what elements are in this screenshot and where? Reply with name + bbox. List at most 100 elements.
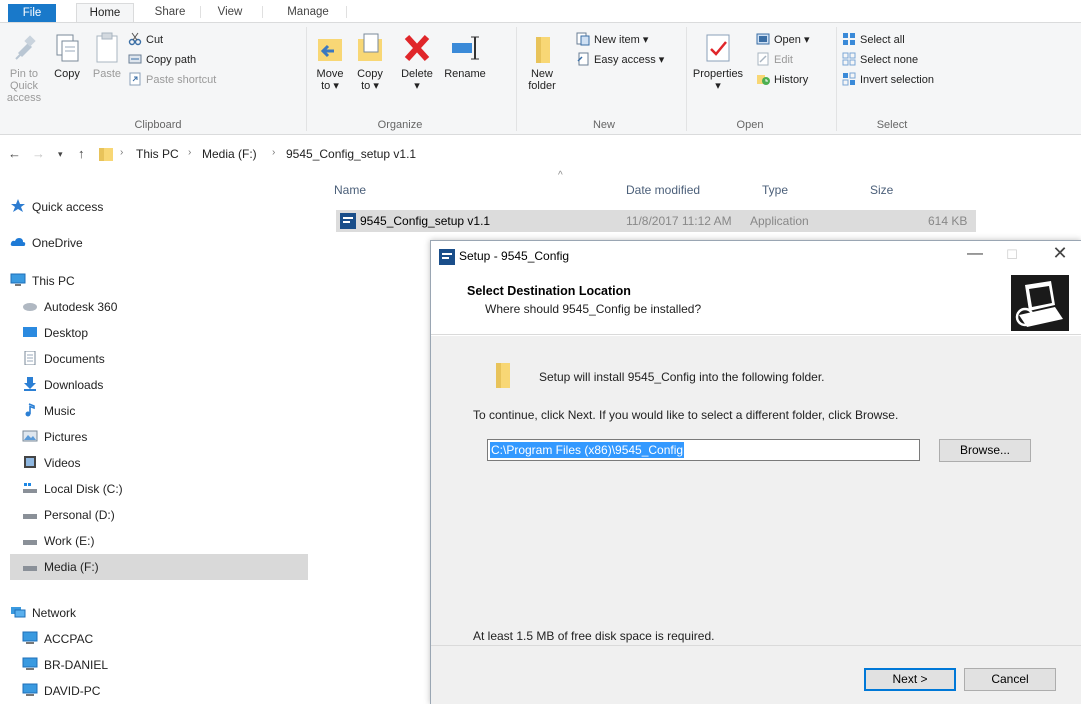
sidebar-item-label: Autodesk 360 (44, 300, 118, 314)
breadcrumb-this-pc[interactable]: This PC (136, 147, 179, 161)
delete-button[interactable]: Delete ▾ (396, 31, 438, 92)
sidebar-item-network[interactable]: Network (10, 600, 76, 626)
next-button[interactable]: Next > (864, 668, 956, 691)
move-to-button[interactable]: Move to ▾ (312, 31, 348, 92)
column-date-modified[interactable]: Date modified (626, 183, 700, 197)
sidebar-item-david-pc[interactable]: DAVID-PC (22, 678, 100, 704)
select-all-label: Select all (860, 34, 905, 46)
recent-locations-chevron-icon[interactable]: ▾ (58, 149, 63, 160)
breadcrumb-folder[interactable]: 9545_Config_setup v1.1 (286, 147, 416, 161)
copy-path-icon (128, 54, 142, 64)
new-folder-button[interactable]: New folder (522, 31, 562, 92)
easy-access-icon (577, 52, 589, 66)
minimize-icon[interactable]: — (960, 245, 990, 263)
tab-separator (346, 6, 347, 18)
cut-label: Cut (146, 34, 164, 46)
sidebar-item-label: DAVID-PC (44, 684, 101, 698)
close-icon[interactable]: ✕ (1045, 243, 1075, 264)
new-group-label: New (592, 119, 615, 131)
cancel-button[interactable]: Cancel (964, 668, 1056, 691)
pin-quick-access-button[interactable]: Pin to Quick access (2, 31, 46, 104)
sidebar-item-personal-d[interactable]: Personal (D:) (22, 502, 115, 528)
tab-manage[interactable]: Manage (280, 3, 336, 22)
sidebar-item-br-daniel[interactable]: BR-DANIEL (22, 652, 108, 678)
dialog-title-bar: Setup - 9545_Config — ☐ ✕ (431, 241, 1081, 271)
select-group-label: Select (876, 119, 908, 131)
new-item-button[interactable]: New item ▾ (576, 31, 648, 49)
history-button[interactable]: History (756, 71, 808, 89)
delete-x-icon (404, 34, 430, 62)
continue-line: To continue, click Next. If you would li… (473, 408, 899, 422)
copy-to-button[interactable]: Copy to ▾ (352, 31, 388, 92)
dialog-title: Setup - 9545_Config (459, 249, 570, 263)
destination-path-input[interactable]: C:\Program Files (x86)\9545_Config (487, 439, 920, 461)
copy-path-button[interactable]: Copy path (128, 51, 196, 69)
cut-button[interactable]: Cut (128, 31, 163, 49)
edit-icon (757, 52, 769, 66)
open-icon (756, 33, 770, 45)
column-name[interactable]: Name (334, 183, 366, 197)
scissors-icon (128, 32, 142, 46)
column-type[interactable]: Type (762, 183, 788, 197)
pin-icon (15, 35, 36, 60)
select-all-icon (843, 33, 855, 45)
select-none-button[interactable]: Select none (842, 51, 918, 69)
sidebar-item-autodesk-360[interactable]: Autodesk 360 (22, 294, 117, 320)
invert-selection-button[interactable]: Invert selection (842, 71, 934, 89)
sidebar-item-downloads[interactable]: Downloads (22, 372, 103, 398)
paste-label: Paste (92, 68, 122, 80)
sidebar-item-label: Work (E:) (44, 534, 95, 548)
tab-share[interactable]: Share (146, 3, 194, 22)
computer-icon (10, 273, 26, 286)
tab-view[interactable]: View (208, 3, 252, 22)
breadcrumb-media[interactable]: Media (F:) (202, 147, 257, 161)
clipboard-icon (96, 32, 118, 63)
easy-access-button[interactable]: Easy access ▾ (576, 51, 664, 69)
sidebar-item-music[interactable]: Music (22, 398, 75, 424)
maximize-icon[interactable]: ☐ (997, 247, 1027, 263)
forward-arrow-icon[interactable]: → (32, 146, 45, 161)
file-size: 614 KB (928, 214, 968, 228)
organize-group-label: Organize (377, 119, 423, 131)
sidebar-item-label: ACCPAC (44, 632, 94, 646)
open-button[interactable]: Open ▾ (756, 31, 810, 49)
up-arrow-icon[interactable]: ↑ (78, 146, 85, 161)
tab-home[interactable]: Home (76, 3, 134, 22)
sidebar-item-onedrive[interactable]: OneDrive (10, 230, 83, 256)
drive-icon (23, 566, 37, 571)
autodesk-cloud-icon (23, 303, 37, 311)
breadcrumb-separator-icon: › (120, 147, 124, 158)
properties-label: Properties (692, 68, 744, 80)
sidebar-item-documents[interactable]: Documents (22, 346, 105, 372)
sidebar-item-local-disk-c[interactable]: Local Disk (C:) (22, 476, 123, 502)
sidebar-item-pictures[interactable]: Pictures (22, 424, 87, 450)
file-row[interactable]: 9545_Config_setup v1.1 11/8/2017 11:12 A… (336, 210, 976, 232)
rename-button[interactable]: Rename (442, 31, 488, 80)
paste-button[interactable]: Paste (90, 31, 124, 80)
back-arrow-icon[interactable]: ← (8, 146, 21, 161)
rename-label: Rename (444, 68, 486, 80)
paste-shortcut-icon (129, 72, 141, 86)
tab-file[interactable]: File (8, 4, 56, 22)
documents-icon (24, 351, 36, 365)
sidebar-item-media-f[interactable]: Media (F:) (10, 554, 308, 580)
copy-button[interactable]: Copy (48, 31, 86, 80)
paste-shortcut-button[interactable]: Paste shortcut (128, 71, 216, 89)
sidebar-item-this-pc[interactable]: This PC (10, 268, 75, 294)
edit-button[interactable]: Edit (756, 51, 793, 69)
sidebar-item-desktop[interactable]: Desktop (22, 320, 88, 346)
select-all-button[interactable]: Select all (842, 31, 905, 49)
rename-icon (452, 36, 479, 60)
sidebar-item-work-e[interactable]: Work (E:) (22, 528, 94, 554)
browse-button[interactable]: Browse... (939, 439, 1031, 462)
copy-icon (56, 34, 79, 62)
properties-button[interactable]: Properties ▾ (690, 31, 746, 92)
sidebar-item-quick-access[interactable]: Quick access (10, 194, 103, 220)
sidebar-item-accpac[interactable]: ACCPAC (22, 626, 93, 652)
column-size[interactable]: Size (870, 183, 893, 197)
sidebar-item-videos[interactable]: Videos (22, 450, 80, 476)
folder-icon (496, 363, 510, 388)
edit-label: Edit (774, 54, 793, 66)
clipboard-group-label: Clipboard (134, 119, 182, 131)
copy-to-label: Copy to (357, 68, 383, 92)
